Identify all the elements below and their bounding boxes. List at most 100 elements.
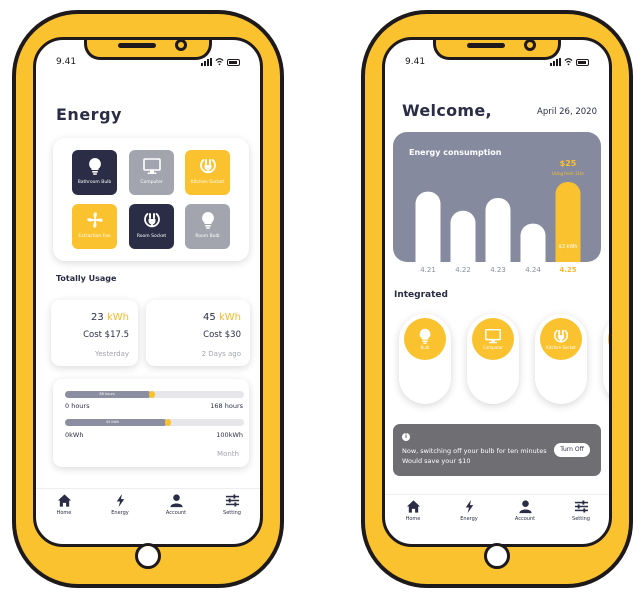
device-label: Kitchen Socket [190, 180, 225, 185]
tab-label: Setting [223, 510, 241, 516]
tab-energy[interactable]: Energy [449, 499, 489, 522]
tab-account[interactable]: Account [505, 499, 545, 522]
chart-highlight-bar-label: $3 kWh [559, 244, 578, 250]
device-tile-bathroom-bulb[interactable]: Bathroom Bulb [72, 150, 117, 195]
device-circle [608, 318, 609, 360]
chart-highlight-value: $25 [560, 159, 577, 168]
bolt-icon [465, 499, 473, 514]
hours-progress-fill: 88 hours [65, 391, 151, 398]
device-grid: Bathroom Bulb Computer Kitchen Socket Ex… [53, 138, 249, 261]
status-time: 9.41 [405, 57, 426, 67]
hours-max: 168 hours [210, 402, 243, 410]
kwh-min: 0kWh [65, 431, 84, 439]
chart-bar-4.21[interactable] [415, 191, 441, 262]
chart-bar-4.23[interactable] [485, 198, 511, 262]
tab-home[interactable]: Home [393, 499, 433, 522]
sliders-icon [574, 500, 588, 513]
integrated-kitchen-socket[interactable]: Kitchen Socket [535, 314, 587, 404]
kwh-progress-knob[interactable] [165, 419, 171, 426]
signal-icon [550, 58, 561, 66]
usage-when: Yesterday [95, 350, 129, 358]
fill-label: 45 kWh [105, 420, 120, 424]
fan-icon [86, 212, 103, 228]
phone-right: 9.41 Welcome, April 26, 2020 Energy cons… [361, 10, 633, 588]
home-button[interactable] [484, 543, 510, 569]
tab-energy[interactable]: Energy [100, 493, 140, 516]
chart-bar-4.24[interactable] [520, 223, 546, 262]
tab-setting[interactable]: Setting [212, 493, 252, 516]
usage-card-yesterday[interactable]: 23 kWh Cost $17.5 Yesterday [51, 300, 138, 366]
usage-cost: Cost $17.5 [83, 330, 129, 340]
chart-bar-4.25[interactable] [555, 182, 581, 262]
chart-x-tick: 4.24 [525, 266, 541, 274]
device-label: Computer [483, 345, 503, 351]
socket-icon [553, 329, 569, 343]
kwh-progress: 45 kWh [65, 419, 244, 426]
user-icon [518, 500, 532, 514]
integrated-more[interactable] [603, 314, 609, 404]
energy-chart-card: Energy consumption $25 Using from 11hr $3 … [393, 132, 601, 262]
current-date: April 26, 2020 [537, 107, 597, 117]
turn-off-button[interactable]: Turn Off [554, 443, 590, 457]
monitor-icon [485, 329, 501, 344]
chart-bar-4.22[interactable] [450, 210, 476, 262]
usage-card-2-days-ago[interactable]: 45 kWh Cost $30 2 Days ago [146, 300, 250, 366]
period-label[interactable]: Month [217, 450, 239, 458]
device-circle: Kitchen Socket [540, 318, 582, 360]
usage-value: 45 kWh [203, 312, 241, 323]
tab-label: Account [514, 516, 536, 522]
integrated-computer[interactable]: Computer [467, 314, 519, 404]
device-label: Kitchen Socket [546, 345, 576, 351]
progress-card: 88 hours 0 hours 168 hours 45 kWh 0kWh 1… [53, 379, 249, 467]
sliders-icon [225, 494, 239, 507]
tab-bar: Home Energy Account Setting [385, 494, 609, 526]
home-button[interactable] [135, 543, 161, 569]
home-icon [57, 494, 71, 507]
chart-x-tick: 4.21 [420, 266, 436, 274]
monitor-icon [142, 158, 161, 174]
tab-bar: Home Energy Account Setting [36, 488, 260, 520]
bulb-icon [88, 158, 101, 175]
page-title: Energy [56, 105, 122, 124]
energy-screen: 9.41 Energy Bathroom Bulb Computer Kitch… [33, 37, 263, 547]
chart-x-tick: 4.25 [559, 266, 577, 274]
usage-cost: Cost $30 [203, 330, 241, 340]
device-circle: Bulb [404, 318, 446, 360]
home-icon [406, 500, 420, 513]
hours-min: 0 hours [65, 402, 90, 410]
usage-title: Totally Usage [56, 274, 117, 283]
tab-label: Account [165, 510, 187, 516]
device-label: Room Bulb [195, 234, 220, 239]
device-tile-kitchen-socket[interactable]: Kitchen Socket [185, 150, 230, 195]
device-tile-room-bulb[interactable]: Room Bulb [185, 204, 230, 249]
tab-label: Home [405, 516, 421, 522]
welcome-screen: 9.41 Welcome, April 26, 2020 Energy cons… [382, 37, 612, 547]
device-tile-room-socket[interactable]: Room Socket [129, 204, 174, 249]
bulb-icon [201, 212, 214, 229]
integrated-bulb[interactable]: Bulb [399, 314, 451, 404]
tab-setting[interactable]: Setting [561, 499, 601, 522]
hours-progress-knob[interactable] [149, 391, 155, 398]
energy-bar-chart: $25 Using from 11hr $3 kWh [415, 159, 585, 262]
battery-icon [576, 59, 589, 66]
device-tile-extraction-fan[interactable]: Extraction Fan [72, 204, 117, 249]
tab-home[interactable]: Home [44, 493, 84, 516]
socket-icon [143, 213, 160, 228]
battery-icon [227, 59, 240, 66]
notch [84, 40, 212, 60]
chart-x-labels: 4.21 4.22 4.23 4.24 4.25 [393, 266, 601, 278]
tab-account[interactable]: Account [156, 493, 196, 516]
device-label: Extraction Fan [78, 234, 111, 239]
socket-icon [199, 159, 216, 174]
energy-tip-banner: i Now, switching off your bulb for ten m… [393, 424, 601, 476]
device-circle: Computer [472, 318, 514, 360]
device-tile-computer[interactable]: Computer [129, 150, 174, 195]
device-label: Bulb [420, 345, 430, 351]
chart-x-tick: 4.23 [490, 266, 506, 274]
usage-when: 2 Days ago [201, 350, 241, 358]
wifi-icon [564, 58, 573, 66]
user-icon [169, 494, 183, 508]
device-label: Bathroom Bulb [77, 180, 112, 185]
wifi-icon [215, 58, 224, 66]
signal-icon [201, 58, 212, 66]
